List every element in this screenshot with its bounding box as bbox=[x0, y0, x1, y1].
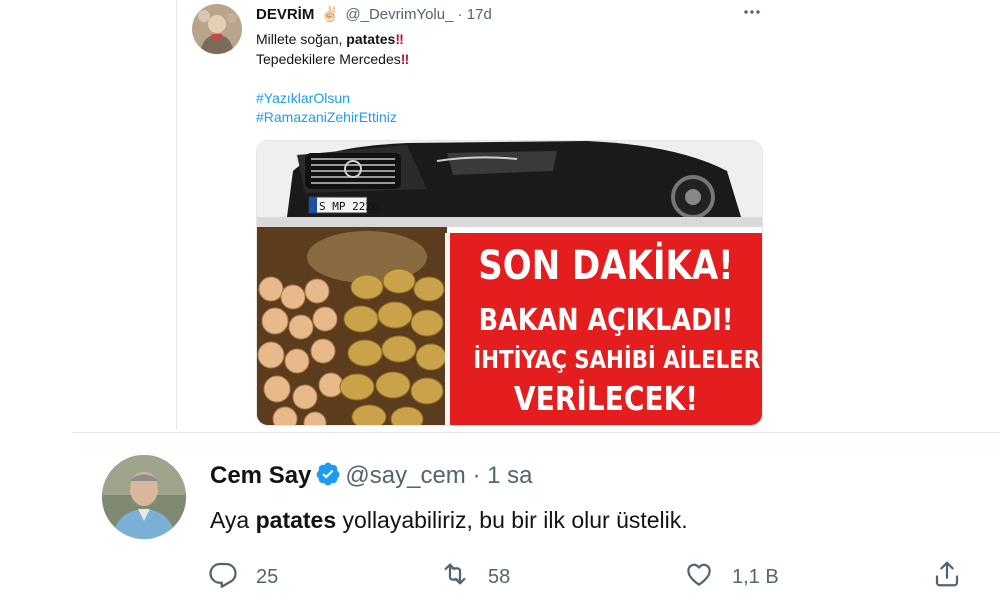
retweet-count: 58 bbox=[488, 565, 511, 588]
handle[interactable]: @say_cem bbox=[345, 462, 465, 489]
reply-icon bbox=[208, 559, 238, 595]
share-button[interactable] bbox=[932, 561, 962, 593]
headline-line: VERİLECEK! bbox=[513, 379, 699, 418]
peace-emoji: ✌🏻 bbox=[320, 6, 340, 23]
share-icon bbox=[932, 559, 962, 595]
like-icon bbox=[684, 559, 714, 595]
retweet-button[interactable]: 58 bbox=[440, 561, 510, 593]
verified-icon bbox=[315, 461, 341, 487]
display-name[interactable]: Cem Say bbox=[210, 462, 311, 489]
avatar[interactable] bbox=[102, 455, 186, 539]
tweet-header: Cem Say @say_cem · 1 sa bbox=[210, 461, 533, 490]
news-banner: SON DAKİKA! BAKAN AÇIKLADI! İHTİYAÇ SAHİ… bbox=[445, 233, 762, 425]
separator: · bbox=[472, 462, 481, 489]
text-segment: yollayabiliriz, bu bir ilk olur üstelik. bbox=[336, 507, 688, 533]
hashtag-link[interactable]: #YazıklarOlsun bbox=[256, 90, 350, 106]
reply-button[interactable]: 25 bbox=[208, 561, 278, 593]
action-bar: 25 58 1,1 B bbox=[208, 561, 998, 597]
handle[interactable]: @_DevrimYolu_ bbox=[345, 6, 453, 23]
license-plate: S MP 2226 bbox=[319, 200, 379, 213]
timestamp[interactable]: 17d bbox=[467, 6, 492, 23]
divider bbox=[257, 217, 762, 227]
tweet-header: DEVRİM ✌🏻 @_DevrimYolu_ · 17d bbox=[256, 5, 492, 23]
tweet-text: Aya patates yollayabiliriz, bu bir ilk o… bbox=[210, 507, 688, 534]
separator: · bbox=[457, 6, 463, 23]
headline-line: BAKAN AÇIKLADI! bbox=[478, 303, 734, 338]
thread-line bbox=[176, 0, 177, 430]
display-name[interactable]: DEVRİM bbox=[256, 6, 314, 23]
reply-tweet[interactable]: Cem Say @say_cem · 1 sa Aya patates yolla… bbox=[72, 432, 1000, 601]
headline-line: SON DAKİKA! bbox=[478, 243, 734, 289]
double-exclamation-emoji: ‼ bbox=[400, 50, 410, 67]
text-segment: Millete soğan, bbox=[256, 31, 347, 47]
like-count: 1,1 B bbox=[732, 565, 779, 588]
hashtag-link[interactable]: #RamazaniZehirEttiniz bbox=[256, 109, 397, 125]
like-button[interactable]: 1,1 B bbox=[684, 561, 779, 593]
avatar[interactable] bbox=[192, 4, 242, 54]
text-segment: Tepedekilere Mercedes bbox=[256, 50, 401, 67]
headline-line: İHTİYAÇ SAHİBİ AİLELERE bbox=[473, 345, 763, 374]
mercedes-car-image: S MP 2226 bbox=[257, 141, 762, 219]
retweet-icon bbox=[440, 559, 470, 595]
onions-potatoes-image bbox=[257, 227, 447, 425]
reply-count: 25 bbox=[256, 565, 279, 588]
tweet-text: Millete soğan, patates‼ Tepedekilere Mer… bbox=[256, 30, 410, 128]
more-icon[interactable] bbox=[742, 2, 762, 22]
bold-word: patates bbox=[255, 507, 337, 533]
quoted-tweet[interactable]: DEVRİM ✌🏻 @_DevrimYolu_ · 17d Millete so… bbox=[0, 0, 1000, 430]
text-segment: Aya bbox=[210, 507, 256, 533]
tweet-image[interactable]: S MP 2226 SON DAKİKA! BAKAN AÇIKLADI! İH… bbox=[256, 140, 763, 426]
timestamp[interactable]: 1 sa bbox=[487, 462, 532, 489]
bold-word: patates bbox=[346, 31, 396, 47]
double-exclamation-emoji: ‼ bbox=[395, 31, 404, 47]
